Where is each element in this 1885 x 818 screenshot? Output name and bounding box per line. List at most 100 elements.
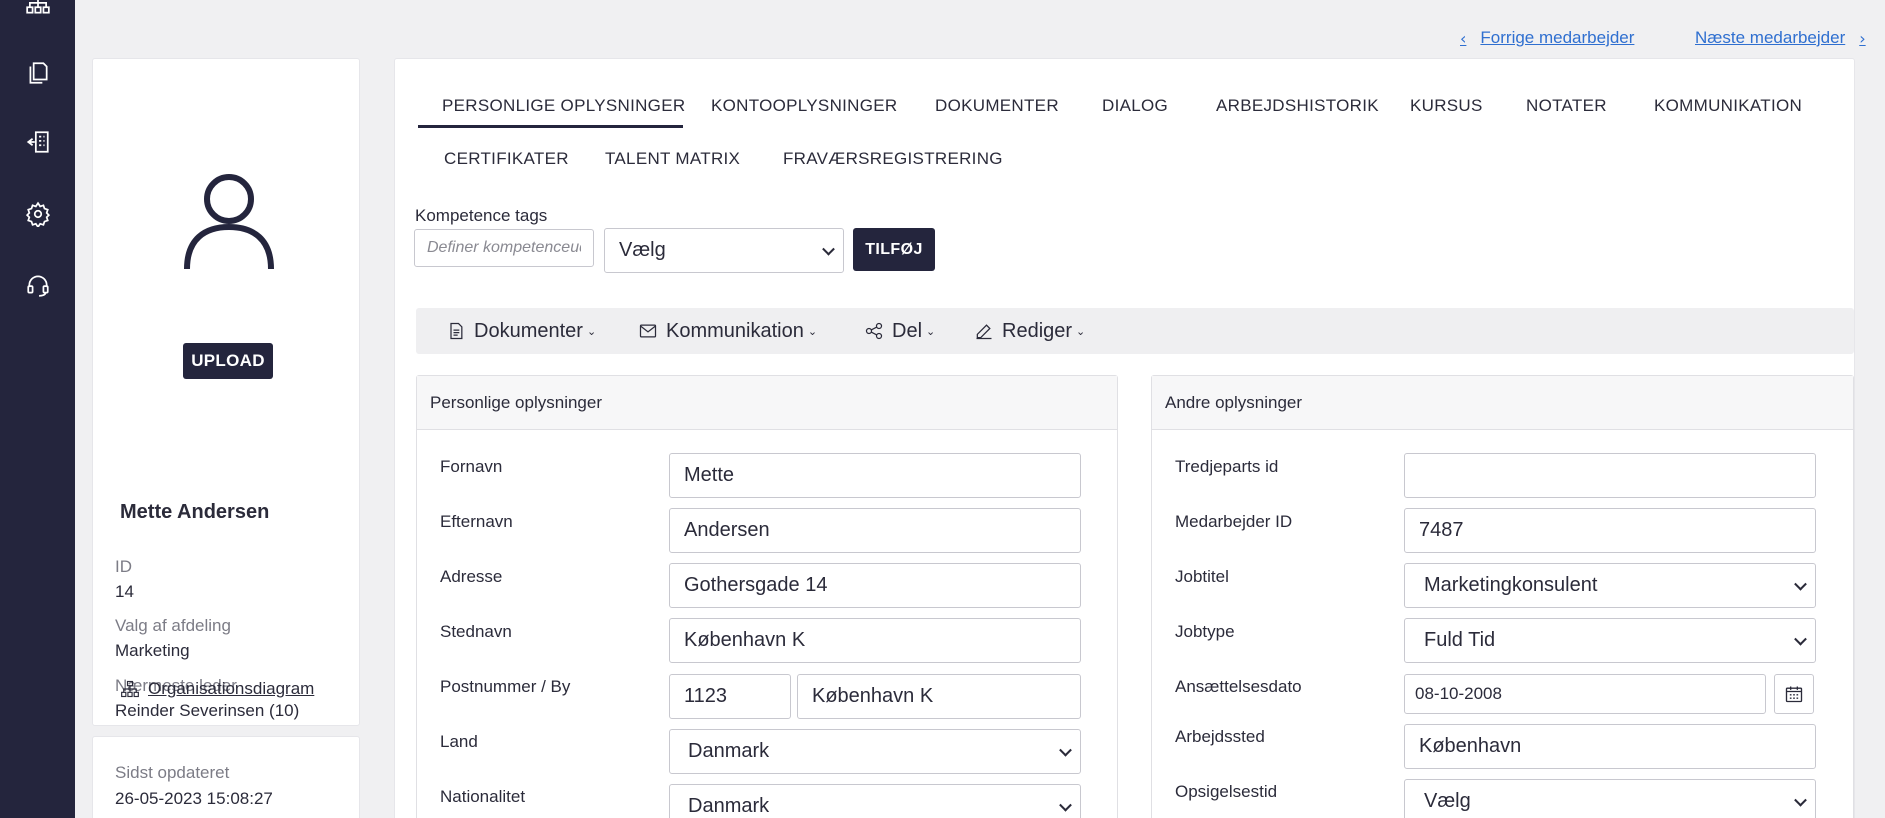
communication-menu-label: Kommunikation	[666, 319, 804, 342]
calendar-button[interactable]	[1774, 674, 1814, 714]
third-party-id-label: Tredjeparts id	[1175, 457, 1279, 476]
postal-code-field[interactable]	[669, 674, 791, 719]
workplace-label: Arbejdssted	[1175, 727, 1265, 746]
country-select[interactable]: Danmark	[669, 729, 1081, 774]
first-name-label: Fornavn	[440, 457, 503, 476]
edit-icon	[976, 324, 992, 340]
chevron-down-icon	[1794, 632, 1807, 646]
tab-talent-matrix[interactable]: TALENT MATRIX	[605, 149, 740, 169]
notice-period-label: Opsigelsestid	[1175, 782, 1278, 801]
avatar-icon	[181, 169, 277, 273]
notice-period-select[interactable]: Vælg	[1404, 779, 1816, 818]
chevron-left-icon: ‹	[1460, 28, 1467, 48]
id-label: ID	[115, 557, 132, 576]
edit-menu[interactable]: Rediger ⌄	[974, 308, 1085, 354]
job-title-select-value: Marketingkonsulent	[1424, 574, 1598, 596]
building-icon[interactable]	[20, 124, 56, 160]
previous-employee-label[interactable]: Forrige medarbejder	[1480, 28, 1634, 48]
next-employee-link[interactable]: Næste medarbejder ›	[1695, 28, 1866, 48]
postal-city-label: Postnummer / By	[440, 677, 571, 696]
calendar-icon	[1785, 686, 1803, 703]
last-name-field[interactable]	[669, 508, 1081, 553]
org-chart-link-label[interactable]: Organisationsdiagram	[148, 679, 314, 699]
upload-button[interactable]: UPLOAD	[183, 343, 273, 379]
chevron-down-icon: ⌄	[586, 325, 597, 338]
action-toolbar: Dokumenter ⌄ Kommunikation ⌄ Del ⌄ Redig…	[416, 308, 1854, 354]
personal-info-title: Personlige oplysninger	[417, 376, 1117, 430]
chevron-down-icon	[1059, 743, 1072, 757]
id-value: 14	[115, 582, 134, 601]
tab-notes[interactable]: NOTATER	[1526, 96, 1607, 116]
last-name-label: Efternavn	[440, 512, 513, 531]
hire-date-label: Ansættelsesdato	[1175, 677, 1302, 696]
nationality-select[interactable]: Danmark	[669, 784, 1081, 818]
job-type-select-value: Fuld Tid	[1424, 629, 1496, 651]
chevron-down-icon: ⌄	[926, 325, 936, 338]
employee-name: Mette Andersen	[120, 501, 270, 523]
address-label: Adresse	[440, 567, 503, 586]
last-updated-card: Sidst opdateret 26-05-2023 15:08:27	[92, 736, 360, 818]
job-type-label: Jobtype	[1175, 622, 1235, 641]
active-tab-indicator	[418, 125, 683, 128]
document-icon	[450, 322, 463, 340]
headset-icon[interactable]	[20, 267, 56, 303]
chevron-down-icon: ⌄	[1076, 325, 1086, 338]
notice-period-select-value: Vælg	[1424, 790, 1471, 812]
employee-id-label: Medarbejder ID	[1175, 512, 1293, 531]
manager-value: Reinder Severinsen (10)	[115, 701, 300, 720]
tab-dialog[interactable]: DIALOG	[1102, 96, 1168, 116]
edit-menu-label: Rediger	[1002, 319, 1073, 342]
city-field[interactable]	[797, 674, 1081, 719]
left-rail	[0, 0, 75, 818]
place-field[interactable]	[669, 618, 1081, 663]
next-employee-label[interactable]: Næste medarbejder	[1695, 28, 1845, 48]
third-party-id-field[interactable]	[1404, 453, 1816, 498]
chevron-down-icon	[1059, 798, 1072, 812]
other-info-title: Andre oplysninger	[1152, 376, 1853, 430]
chevron-down-icon: ⌄	[807, 325, 818, 338]
org-chart-link[interactable]: Organisationsdiagram	[120, 679, 314, 699]
place-label: Stednavn	[440, 622, 512, 641]
job-title-select[interactable]: Marketingkonsulent	[1404, 563, 1816, 608]
tab-certificates[interactable]: CERTIFIKATER	[444, 149, 569, 169]
country-select-value: Danmark	[688, 740, 770, 762]
org-chart-icon[interactable]	[20, 0, 56, 22]
employee-id-field[interactable]	[1404, 508, 1816, 553]
country-label: Land	[440, 732, 478, 751]
chevron-down-icon	[1794, 793, 1807, 807]
nationality-label: Nationalitet	[440, 787, 526, 806]
documents-icon[interactable]	[20, 55, 56, 91]
communication-menu[interactable]: Kommunikation ⌄	[638, 308, 817, 354]
documents-menu[interactable]: Dokumenter ⌄	[446, 308, 596, 354]
profile-card: UPLOAD Mette Andersen ID 14 Valg af afde…	[92, 58, 360, 726]
tab-account-info[interactable]: KONTOOPLYSNINGER	[711, 96, 898, 116]
competence-tags-label: Kompetence tags	[415, 206, 548, 225]
job-type-select[interactable]: Fuld Tid	[1404, 618, 1816, 663]
workplace-field[interactable]	[1404, 724, 1816, 769]
chevron-down-icon	[822, 242, 835, 256]
tab-documents[interactable]: DOKUMENTER	[935, 96, 1059, 116]
last-updated-value: 26-05-2023 15:08:27	[115, 789, 273, 808]
job-title-label: Jobtitel	[1175, 567, 1229, 586]
tab-course[interactable]: KURSUS	[1410, 96, 1483, 116]
gear-icon[interactable]	[20, 196, 56, 232]
hire-date-field[interactable]	[1404, 674, 1766, 714]
address-field[interactable]	[669, 563, 1081, 608]
previous-employee-link[interactable]: ‹ Forrige medarbejder	[1460, 28, 1634, 48]
first-name-field[interactable]	[669, 453, 1081, 498]
tab-work-history[interactable]: ARBEJDSHISTORIK	[1216, 96, 1379, 116]
department-label: Valg af afdeling	[115, 616, 231, 635]
competence-select[interactable]: Vælg	[604, 228, 844, 273]
share-menu[interactable]: Del ⌄	[864, 308, 935, 354]
chevron-down-icon	[1794, 577, 1807, 591]
add-competence-button[interactable]: TILFØJ	[853, 228, 935, 271]
last-updated-label: Sidst opdateret	[115, 763, 230, 782]
share-menu-label: Del	[892, 319, 923, 342]
share-icon	[865, 322, 883, 340]
tab-communication[interactable]: KOMMUNIKATION	[1654, 96, 1802, 116]
org-chart-icon	[121, 680, 139, 698]
tab-absence-registration[interactable]: FRAVÆRSREGISTRERING	[783, 149, 1003, 169]
chevron-right-icon: ›	[1859, 28, 1866, 48]
tab-personal-info[interactable]: PERSONLIGE OPLYSNINGER	[442, 96, 685, 116]
competence-input[interactable]	[414, 229, 594, 267]
